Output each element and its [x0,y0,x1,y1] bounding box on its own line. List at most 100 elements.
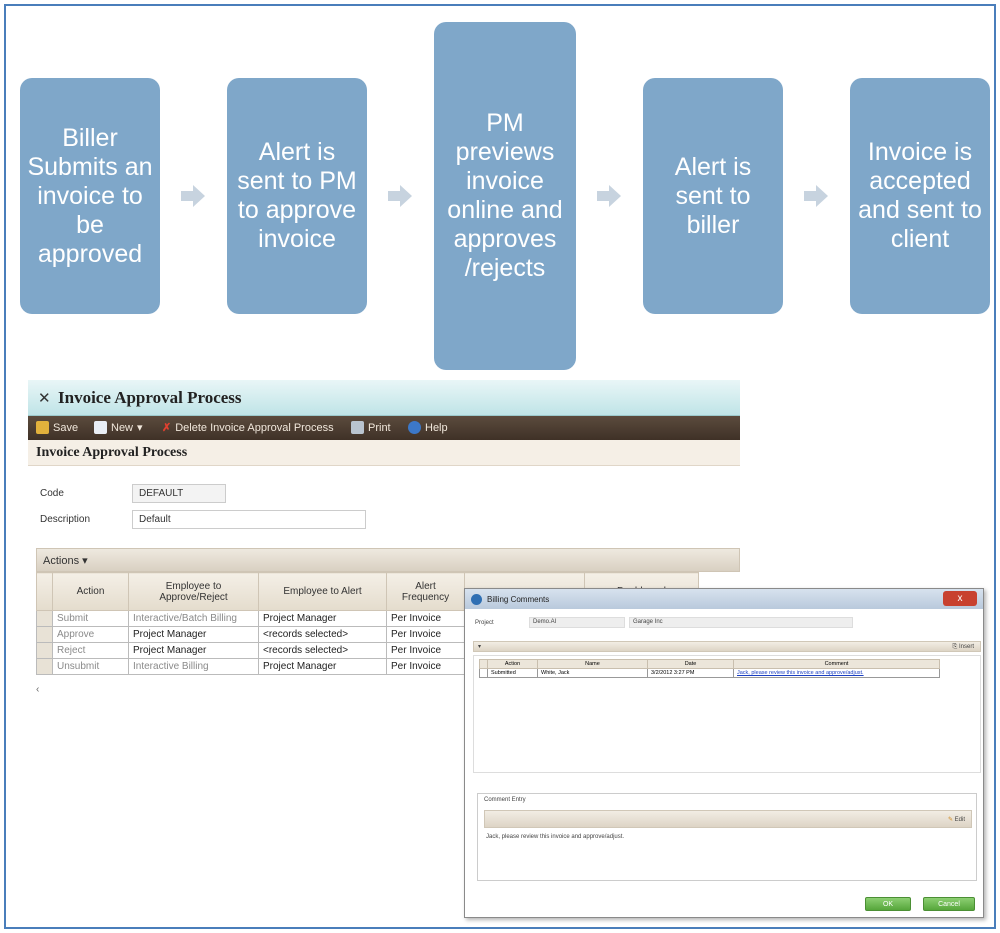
chevron-down-icon: ▾ [82,555,88,567]
billing-comments-dialog: Billing Comments x Project Demo.AI Garag… [464,588,984,918]
comment-entry-label: Comment Entry [484,797,526,803]
section-title: Invoice Approval Process [36,445,188,460]
row-selector-header [36,572,53,611]
close-button[interactable]: x [943,591,977,606]
edit-button[interactable]: ✎ Edit [948,816,965,823]
delete-button[interactable]: ✗ Delete Invoice Approval Process [162,421,334,435]
new-document-icon [94,421,107,434]
row-selector[interactable] [36,658,53,675]
toolbar: Save New ▾ ✗ Delete Invoice Approval Pro… [28,416,740,440]
arrow-right-icon [804,185,828,207]
flow-step-1: Biller Submits an invoice to be approved [20,78,160,314]
flow-step-4-text: Alert is sent to biller [674,152,752,239]
comment-entry-toolbar: ✎ Edit [484,810,972,828]
cell-frequency: Per Invoice [386,642,465,659]
section-header: Invoice Approval Process [28,440,740,466]
ok-button[interactable]: OK [865,897,911,911]
printer-icon [351,421,364,434]
cell-alert: <records selected> [258,626,387,643]
cell-action: Submitted [487,668,538,678]
cell-action: Approve [52,626,129,643]
new-button[interactable]: New ▾ [94,421,143,434]
comments-table: Action Name Date Comment Submitted White… [479,659,940,678]
insert-label: Insert [958,644,974,650]
row-selector[interactable] [36,610,53,627]
save-label: Save [53,421,79,434]
arrow-right-icon [181,185,205,207]
code-label: Code [40,488,64,499]
description-field[interactable]: Default [132,510,366,529]
print-button[interactable]: Print [351,421,391,434]
insert-button[interactable]: ⎘ Insert [953,644,974,651]
cell-frequency: Per Invoice [386,658,465,675]
actions-label: Actions [43,555,80,567]
column-header-comment[interactable]: Comment [733,659,940,669]
cancel-button[interactable]: Cancel [923,897,975,911]
column-header-alert[interactable]: Employee to Alert [258,572,387,611]
comment-entry-panel: Comment Entry ✎ Edit Jack, please review… [477,793,977,881]
column-header-action[interactable]: Action [52,572,129,611]
flow-step-5: Invoice is accepted and sent to client [850,78,990,314]
flow-step-3-text: PM previews invoice online and approves … [447,109,563,282]
cell-alert: Project Manager [258,658,387,675]
code-field[interactable]: DEFAULT [132,484,226,503]
column-header-approver[interactable]: Employee to Approve/Reject [128,572,259,611]
flow-step-3: PM previews invoice online and approves … [434,22,576,370]
collapse-icon[interactable]: ▾ [478,643,481,650]
cell-approver: Interactive Billing [128,658,259,675]
project-label: Project [475,620,494,626]
row-selector[interactable] [36,642,53,659]
column-header-name[interactable]: Name [537,659,648,669]
column-header-action[interactable]: Action [487,659,538,669]
tools-icon: ✕ [38,390,51,407]
cell-approver: Project Manager [128,626,259,643]
description-label: Description [40,514,91,525]
flow-step-1-text: Biller Submits an invoice to be approved [27,123,153,268]
dialog-title-bar: Billing Comments x [465,589,983,609]
cell-action: Submit [52,610,129,627]
flow-step-5-text: Invoice is accepted and sent to client [858,138,982,253]
cell-frequency: Per Invoice [386,610,465,627]
delete-icon: ✗ [162,422,172,434]
dialog-title: Billing Comments [487,595,550,604]
column-header-frequency[interactable]: Alert Frequency [386,572,465,611]
cell-alert: Project Manager [258,610,387,627]
arrow-right-icon [597,185,621,207]
help-icon [408,421,421,434]
help-label: Help [425,421,448,434]
arrow-right-icon [388,185,412,207]
cell-frequency: Per Invoice [386,626,465,643]
window-title-bar: ✕ Invoice Approval Process [28,380,740,416]
scroll-left-icon[interactable]: ‹ [36,684,39,695]
column-header-date[interactable]: Date [647,659,734,669]
window-title: Invoice Approval Process [58,388,242,407]
flow-step-2-text: Alert is sent to PM to approve invoice [237,138,357,253]
cell-approver: Interactive/Batch Billing [128,610,259,627]
cell-approver: Project Manager [128,642,259,659]
pencil-icon: ✎ [947,817,953,823]
project-field[interactable]: Demo.AI [529,617,625,628]
cell-action: Reject [52,642,129,659]
cell-alert: <records selected> [258,642,387,659]
cell-action: Unsubmit [52,658,129,675]
client-field[interactable]: Garage Inc [629,617,853,628]
comment-link[interactable]: Jack, please review this invoice and app… [737,670,864,676]
save-icon [36,421,49,434]
save-button[interactable]: Save [36,421,78,434]
help-button[interactable]: Help [408,421,448,434]
comments-toolbar: ▾ ⎘ Insert [473,641,981,652]
comment-text[interactable]: Jack, please review this invoice and app… [486,834,624,840]
cell-date: 3/2/2012 3:27 PM [647,668,734,678]
chevron-down-icon: ▾ [137,422,143,434]
row-selector[interactable] [479,668,488,678]
print-label: Print [368,421,391,434]
delete-label: Delete Invoice Approval Process [175,421,334,434]
cell-name: White, Jack [537,668,648,678]
flow-step-2: Alert is sent to PM to approve invoice [227,78,367,314]
cell-comment: Jack, please review this invoice and app… [733,668,940,678]
actions-bar[interactable]: Actions ▾ [36,548,740,572]
row-selector[interactable] [36,626,53,643]
app-icon [471,594,482,605]
row-selector-header [479,659,488,669]
table-row[interactable]: Submitted White, Jack 3/2/2012 3:27 PM J… [479,668,940,678]
